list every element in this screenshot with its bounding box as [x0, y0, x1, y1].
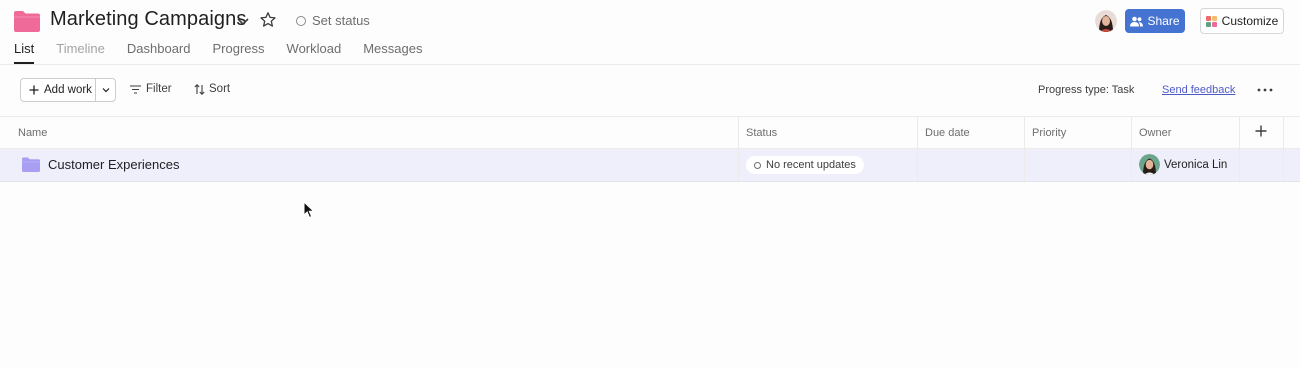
sort-button[interactable]: Sort: [194, 83, 230, 95]
chevron-down-icon[interactable]: [235, 13, 251, 29]
filter-icon: [130, 84, 141, 94]
plus-icon: [29, 85, 39, 95]
owner-name: Veronica Lin: [1164, 158, 1228, 171]
avatar: [1139, 154, 1160, 175]
set-status-button[interactable]: Set status: [296, 13, 370, 28]
add-work-label: Add work: [44, 84, 92, 96]
sort-label: Sort: [209, 83, 231, 95]
sort-icon: [194, 83, 205, 95]
status-circle-icon: [754, 161, 761, 169]
avatar[interactable]: [1095, 10, 1117, 32]
status-badge[interactable]: No recent updates: [746, 156, 864, 174]
column-divider: [1239, 116, 1240, 181]
send-feedback-link[interactable]: Send feedback: [1162, 84, 1235, 96]
tab-timeline[interactable]: Timeline: [56, 41, 105, 64]
tab-list[interactable]: List: [14, 41, 35, 64]
add-work-button[interactable]: Add work: [21, 79, 96, 101]
star-icon[interactable]: [259, 11, 277, 29]
project-title[interactable]: Marketing Campaigns: [50, 8, 246, 31]
progress-type-selector[interactable]: Progress type: Task: [1038, 84, 1134, 96]
filter-label: Filter: [146, 83, 172, 95]
view-tabs: List Timeline Dashboard Progress Workloa…: [14, 41, 444, 64]
add-column-icon[interactable]: [1254, 124, 1268, 138]
tab-messages[interactable]: Messages: [363, 41, 422, 64]
chevron-down-icon: [102, 88, 109, 93]
column-header-status[interactable]: Status: [746, 117, 777, 148]
column-divider: [1024, 116, 1025, 181]
row-name-label: Customer Experiences: [48, 157, 180, 172]
add-work-split-button: Add work: [20, 78, 116, 102]
column-divider: [1283, 116, 1284, 181]
tab-dashboard[interactable]: Dashboard: [127, 41, 191, 64]
share-label: Share: [1147, 14, 1180, 28]
customize-label: Customize: [1221, 14, 1279, 28]
more-options-icon[interactable]: [1256, 82, 1274, 98]
status-badge-label: No recent updates: [766, 159, 856, 171]
folder-icon: [14, 11, 40, 32]
column-header-name[interactable]: Name: [18, 117, 47, 148]
status-circle-icon: [296, 15, 306, 26]
add-work-dropdown[interactable]: [96, 79, 115, 101]
set-status-label: Set status: [312, 13, 370, 28]
tab-workload[interactable]: Workload: [287, 41, 342, 64]
column-divider: [1131, 116, 1132, 181]
column-divider: [738, 116, 739, 181]
row-name-cell[interactable]: Customer Experiences: [22, 157, 180, 172]
customize-icon: [1205, 15, 1217, 27]
column-header-due-date[interactable]: Due date: [925, 117, 970, 148]
share-button[interactable]: Share: [1125, 9, 1185, 33]
table-header: Name Status Due date Priority Owner: [0, 116, 1300, 149]
divider: [0, 64, 1300, 65]
customize-button[interactable]: Customize: [1200, 8, 1284, 34]
people-icon: [1130, 16, 1144, 26]
column-divider: [917, 116, 918, 181]
mouse-cursor-icon: [303, 201, 315, 219]
column-header-owner[interactable]: Owner: [1139, 117, 1171, 148]
filter-button[interactable]: Filter: [130, 83, 172, 95]
column-header-priority[interactable]: Priority: [1032, 117, 1066, 148]
folder-icon: [22, 157, 40, 172]
owner-cell[interactable]: Veronica Lin: [1139, 154, 1227, 175]
table-row[interactable]: Customer Experiences No recent updates V…: [0, 149, 1300, 182]
tab-progress[interactable]: Progress: [213, 41, 265, 64]
project-header: Marketing Campaigns Set status Share Cus…: [0, 0, 1300, 42]
